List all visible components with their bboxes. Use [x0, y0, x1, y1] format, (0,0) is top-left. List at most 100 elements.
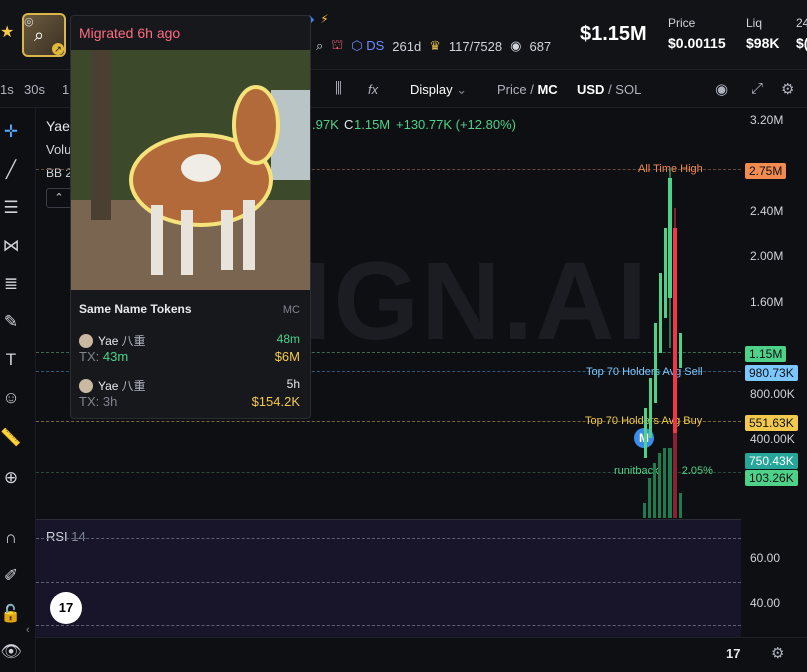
price-stat: Price $0.00115	[668, 16, 726, 51]
volume-bar	[653, 463, 656, 518]
token-stats: ⌕ ⛫ ⬡ DS 261d ♛ 117/7528 ◉ 687	[316, 37, 551, 55]
rsi-tick: 40.00	[750, 596, 781, 610]
crosshair-tool-icon[interactable]: ✛	[0, 122, 22, 142]
pattern-tool-icon[interactable]: ⋈	[0, 236, 22, 256]
price-mc-toggle[interactable]: Price / MC	[497, 82, 558, 97]
same-name-tokens-title: Same Name Tokens	[79, 302, 192, 316]
rsi-pane[interactable]: RSI 14	[36, 519, 741, 637]
candle-type-icon[interactable]: ⫼	[335, 80, 342, 97]
fib-tool-icon[interactable]: ≣	[0, 274, 22, 294]
volume-bars	[643, 433, 682, 518]
axis-tick: 400.00K	[750, 432, 795, 446]
current-price-badge: 1.15M	[745, 346, 787, 362]
candle	[679, 333, 682, 368]
trendline-tool-icon[interactable]: ╱	[0, 160, 22, 180]
display-dropdown[interactable]: Display ⌄	[410, 82, 467, 98]
volume-bar	[663, 448, 666, 518]
tradingview-logo[interactable]: 17	[50, 592, 82, 624]
brush-tool-icon[interactable]: ✎	[0, 312, 22, 332]
settings-gear-icon[interactable]: ⚙	[781, 80, 794, 98]
holders-ratio: 117/7528	[448, 38, 503, 54]
currency-toggle[interactable]: USD / SOL	[577, 82, 641, 97]
volume-bar	[658, 453, 661, 518]
rsi-axis: 60.00 40.00	[741, 519, 807, 637]
link-icon[interactable]: ↗	[52, 43, 64, 55]
camera-icon[interactable]: ◉	[715, 80, 728, 98]
token-avatar[interactable]: ◎ ⌕ ↗	[22, 13, 66, 57]
token-avatar-small	[79, 379, 93, 393]
axis-tick: 2.00M	[750, 249, 784, 263]
token-age: 261d	[392, 38, 422, 54]
buy-badge: 551.63K	[745, 415, 798, 431]
same-token-age: 5h	[286, 377, 300, 391]
migrated-text: Migrated 6h ago	[79, 25, 181, 41]
candle	[654, 323, 657, 403]
price-axis[interactable]: 3.20M 2.75M 2.40M 2.00M 1.60M 1.15M 980.…	[741, 108, 807, 518]
visibility-icon[interactable]: 👁	[0, 642, 22, 662]
interval-30s[interactable]: 30s	[24, 82, 45, 97]
same-token-mc: $154.2K	[251, 394, 300, 409]
axis-tick: 800.00K	[750, 387, 795, 401]
candle	[673, 228, 677, 458]
dev-icon: ⛫	[331, 37, 344, 52]
same-token-name[interactable]: Yae 八重	[79, 332, 145, 349]
interval-1s[interactable]: 1s	[0, 82, 14, 97]
lock-draw-tool-icon[interactable]: ✐	[0, 566, 22, 586]
search-small-icon[interactable]: ⌕	[316, 38, 323, 54]
scroll-left-icon[interactable]: ‹	[26, 624, 30, 636]
favorite-star-icon[interactable]: ★	[0, 22, 14, 42]
views-count: 687	[529, 38, 552, 54]
ruler-tool-icon[interactable]: 📏	[0, 428, 22, 448]
axis-tick: 3.20M	[750, 113, 784, 127]
market-cap-value: $1.15M	[580, 23, 647, 45]
candle	[664, 228, 667, 318]
rsi-mid-band	[36, 582, 741, 583]
volume-badge-b: 103.26K	[745, 470, 798, 486]
text-tool-icon[interactable]: T	[0, 350, 22, 370]
volume-bar	[643, 503, 646, 518]
time-axis[interactable]: ‹ 17 ⚙	[26, 624, 807, 672]
lock-icon[interactable]: 🔓	[0, 604, 22, 624]
indicators-fx-icon[interactable]: fx	[368, 82, 378, 97]
volume-bar	[668, 448, 672, 518]
rsi-lower-band	[36, 625, 741, 626]
search-icon[interactable]: ⌕	[34, 25, 44, 46]
zoom-tool-icon[interactable]: ⊕	[0, 468, 22, 488]
ath-badge: 2.75M	[745, 163, 787, 179]
price-value: $0.00115	[668, 35, 726, 51]
same-token-name[interactable]: Yae 八重	[79, 377, 145, 394]
candle	[668, 178, 672, 298]
candles	[644, 168, 682, 478]
token-hover-card: Migrated 6h ago Same Name Tokens MC Yae 八…	[70, 15, 311, 419]
ds-label: ⬡ DS	[351, 38, 385, 53]
expand-icon[interactable]: ⤢	[751, 80, 763, 97]
axis-tick: 1.60M	[750, 295, 784, 309]
lightning-icon[interactable]: ⚡	[320, 12, 328, 26]
interval-partial[interactable]: 1	[62, 82, 69, 97]
rsi-label: RSI 14	[46, 529, 86, 544]
same-token-mc: $6M	[274, 349, 300, 364]
token-avatar-small	[79, 334, 93, 348]
time-axis-settings-icon[interactable]: ⚙	[771, 644, 784, 662]
liquidity-value: $98K	[746, 35, 780, 51]
drawing-tools-rail: ✛ ╱ ☰ ⋈ ≣ ✎ T ☺ 📏 ⊕ ∩ ✐ 🔓 👁	[0, 108, 36, 672]
candle	[649, 378, 652, 438]
sell-badge: 980.73K	[745, 365, 798, 381]
same-token-tx: TX: 43m	[79, 349, 129, 364]
volume-bar	[648, 478, 651, 518]
ds-icon: ⬡	[351, 38, 363, 53]
emoji-tool-icon[interactable]: ☺	[0, 388, 22, 408]
horizontal-lines-tool-icon[interactable]: ☰	[0, 198, 22, 218]
pony-illustration	[71, 50, 310, 290]
volume-bar	[679, 493, 682, 518]
rsi-upper-band	[36, 538, 741, 539]
magnet-tool-icon[interactable]: ∩	[0, 528, 22, 548]
eye-icon: ◎	[24, 16, 34, 28]
mc-column-label: MC	[282, 304, 300, 316]
volume-bar	[673, 433, 677, 518]
rsi-tick: 60.00	[750, 551, 781, 565]
crown-icon: ♛	[429, 38, 441, 53]
same-token-tx: TX: 3h	[79, 394, 118, 409]
volume-24h-stat: 24 $(	[796, 16, 807, 51]
candle	[644, 408, 647, 458]
